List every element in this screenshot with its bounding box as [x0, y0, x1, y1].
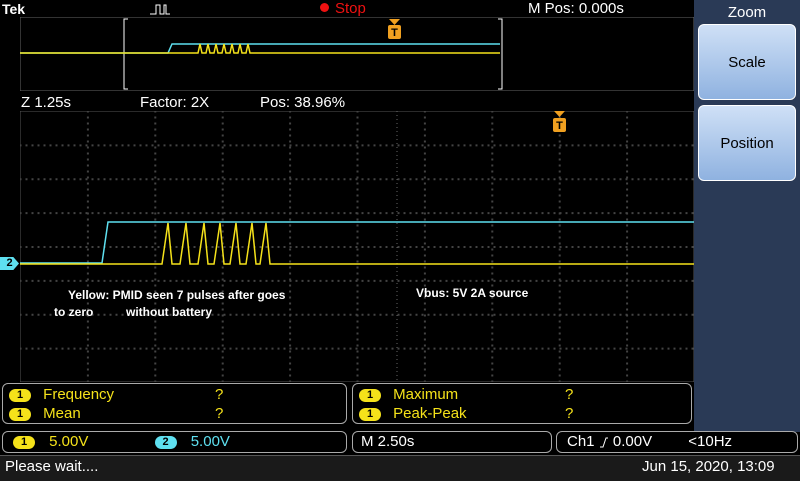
- rising-edge-icon: [599, 432, 609, 452]
- yellow-annotation-line1: Yellow: PMID seen 7 pulses after goes: [68, 288, 286, 302]
- maximum-value: ?: [565, 386, 574, 403]
- scale-button[interactable]: Scale: [698, 24, 796, 100]
- measurement-mean: 1 Mean: [9, 405, 81, 423]
- ch1-badge: 1: [359, 407, 381, 421]
- ch1-badge: 1: [359, 388, 381, 402]
- channel-info-box[interactable]: 1 5.00V 2 5.00V: [2, 431, 347, 453]
- peak-peak-value: ?: [565, 405, 574, 422]
- waveform-graticule[interactable]: T: [20, 111, 694, 382]
- stop-indicator-icon: [320, 3, 329, 12]
- ch2-badge: 2: [154, 435, 177, 449]
- yellow-annotation-line3: without battery: [126, 305, 212, 319]
- zoom-scale-readout: Z 1.25s: [21, 94, 72, 111]
- trigger-box[interactable]: Ch1 0.00V <10Hz: [556, 431, 798, 453]
- m-position: M Pos: 0.000s: [528, 0, 624, 17]
- svg-text:T: T: [556, 120, 563, 132]
- zoom-position-readout: Pos: 38.96%: [260, 94, 346, 111]
- measurement-frequency: 1 Frequency: [9, 386, 114, 404]
- overview-waveform: T: [20, 17, 694, 91]
- side-menu-title: Zoom: [727, 4, 767, 21]
- yellow-annotation-line2: to zero: [54, 305, 94, 319]
- measurements-left-panel[interactable]: 1 Frequency ? 1 Mean ?: [2, 383, 347, 424]
- mean-value: ?: [215, 405, 224, 422]
- trigger-level: 0.00V: [612, 433, 653, 450]
- timebase-box[interactable]: M 2.50s: [352, 431, 552, 453]
- vbus-annotation: Vbus: 5V 2A source: [416, 286, 529, 300]
- measurement-maximum: 1 Maximum: [359, 386, 458, 404]
- zoom-side-menu: Zoom Scale Position: [694, 0, 800, 432]
- trigger-source: Ch1: [567, 433, 595, 450]
- brand-logo: Tek: [2, 1, 26, 17]
- position-button[interactable]: Position: [698, 105, 796, 181]
- ch1-badge: 1: [9, 407, 31, 421]
- ch1-scale: 5.00V: [49, 433, 89, 450]
- ch1-badge: 1: [13, 435, 35, 449]
- zoom-factor-readout: Factor: 2X: [140, 94, 210, 111]
- run-state[interactable]: Stop: [335, 0, 366, 18]
- measurements-right-panel[interactable]: 1 Maximum ? 1 Peak-Peak ?: [352, 383, 692, 424]
- date-time: Jun 15, 2020, 13:09: [642, 458, 775, 475]
- ch2-scale: 5.00V: [190, 433, 230, 450]
- ch2-ground-marker[interactable]: 2: [0, 257, 19, 270]
- status-message: Please wait....: [5, 458, 99, 475]
- timebase-scale: M 2.50s: [361, 433, 415, 450]
- frequency-value: ?: [215, 386, 224, 403]
- trigger-frequency: <10Hz: [688, 433, 733, 450]
- measurement-peak-peak: 1 Peak-Peak: [359, 405, 467, 423]
- svg-text:T: T: [391, 27, 398, 39]
- ch1-badge: 1: [9, 388, 31, 402]
